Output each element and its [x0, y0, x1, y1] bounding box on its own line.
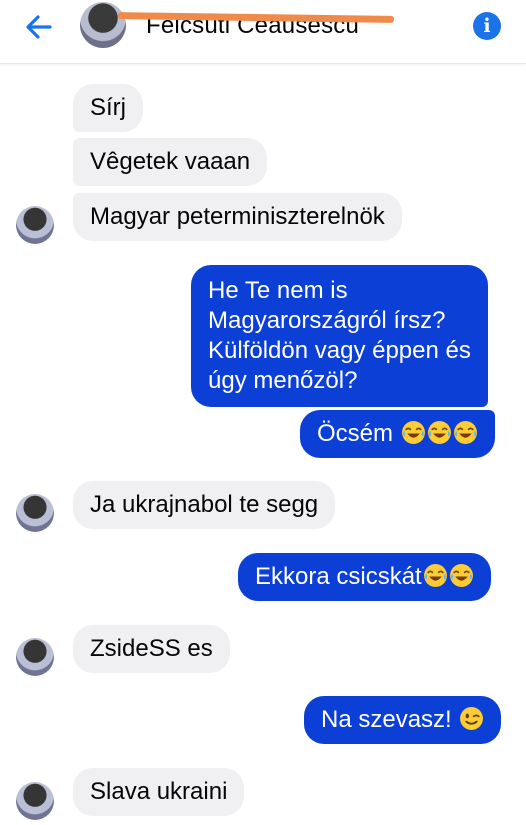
contact-avatar[interactable] — [80, 2, 126, 48]
message-bubble-outgoing[interactable]: He Te nem is Magyarországról írsz? Külfö… — [191, 265, 488, 407]
message-bubble-outgoing[interactable]: Ekkora csicskát — [238, 553, 491, 601]
message-text: Vêgetek vaaan — [90, 148, 251, 175]
sender-avatar[interactable] — [16, 782, 54, 820]
message-text-line: úgy menőzöl? — [208, 367, 358, 394]
message-text: ZsideSS es — [90, 635, 213, 662]
message-bubble-outgoing[interactable]: Öcsém — [300, 410, 495, 458]
sender-avatar[interactable] — [16, 494, 54, 532]
message-text: Ja ukrajnabol te segg — [90, 491, 319, 518]
message-bubble-incoming[interactable]: Magyar peterminiszterelnök — [73, 193, 402, 241]
tears-of-joy-emoji — [423, 564, 447, 587]
tears-of-joy-emoji — [453, 421, 477, 444]
message-text: Öcsém — [317, 420, 394, 447]
chat-header: Felcsúti Ceausescu i — [0, 0, 526, 64]
info-icon: i — [483, 15, 491, 37]
message-bubble-outgoing[interactable]: Na szevasz! — [304, 696, 502, 744]
message-bubble-incoming[interactable]: Ja ukrajnabol te segg — [73, 481, 336, 529]
info-button[interactable]: i — [473, 12, 501, 40]
tears-of-joy-emoji — [427, 421, 451, 444]
message-text: Ekkora csicskát — [255, 563, 422, 590]
message-text-line: He Te nem is — [208, 277, 348, 304]
message-bubble-incoming[interactable]: ZsideSS es — [73, 625, 230, 673]
back-button[interactable] — [22, 10, 56, 44]
message-bubble-incoming[interactable]: Vêgetek vaaan — [73, 138, 268, 186]
message-text-line: Magyarországról írsz? — [208, 307, 446, 334]
message-text: Na szevasz! — [321, 706, 452, 733]
tears-of-joy-emoji — [449, 564, 473, 587]
sender-avatar[interactable] — [16, 638, 54, 676]
message-bubble-incoming[interactable]: Slava ukraini — [73, 768, 245, 816]
winking-face-emoji — [460, 707, 484, 730]
message-text-line: Külföldön vagy éppen és — [208, 337, 471, 364]
message-text: Magyar peterminiszterelnök — [90, 203, 385, 230]
sender-avatar[interactable] — [16, 206, 54, 244]
arrow-left-icon — [26, 15, 52, 39]
message-text: Slava ukraini — [90, 778, 228, 805]
tears-of-joy-emoji — [401, 421, 425, 444]
message-text: Sírj — [90, 94, 126, 121]
message-bubble-incoming[interactable]: Sírj — [73, 84, 143, 132]
